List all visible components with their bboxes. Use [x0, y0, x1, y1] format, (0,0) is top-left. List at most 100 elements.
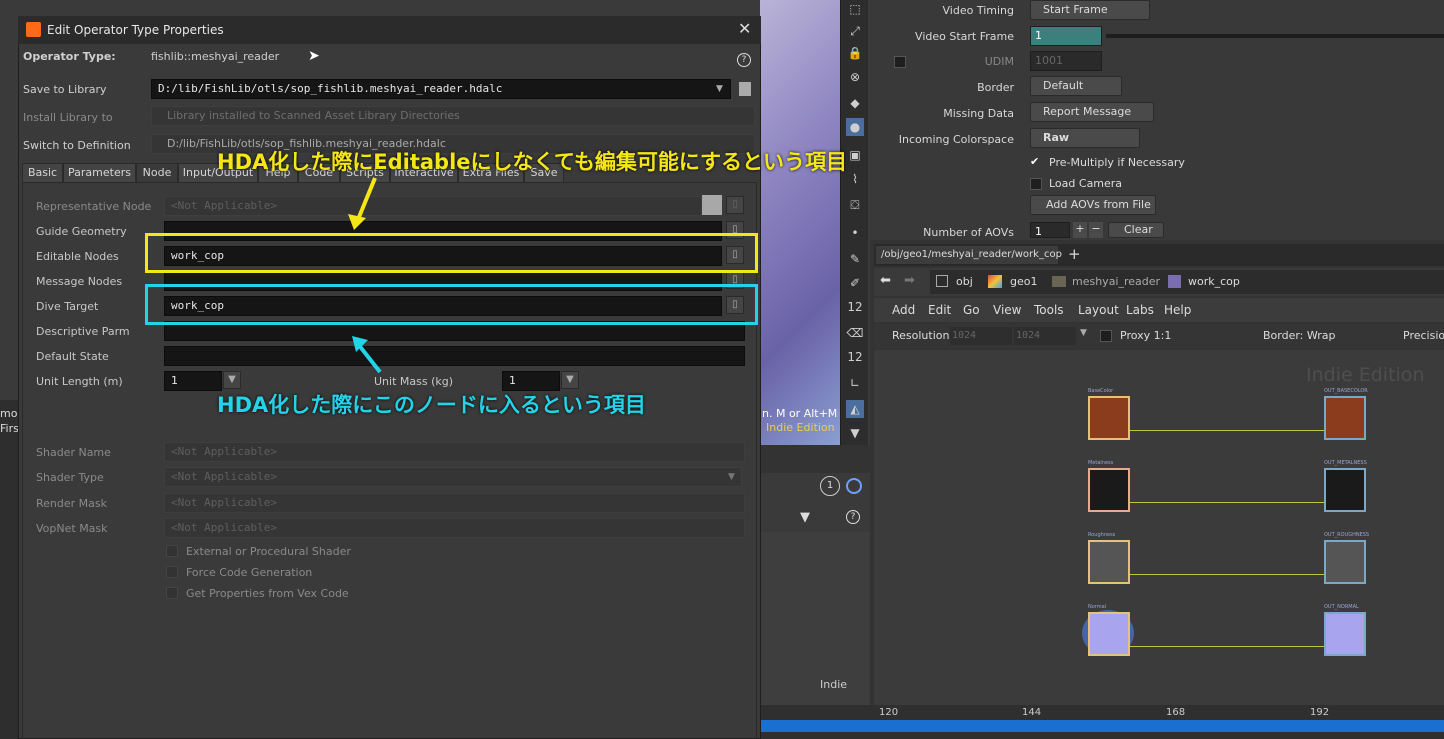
list-pane	[760, 532, 870, 705]
network-tab[interactable]: /obj/geo1/meshyai_reader/work_cop ×	[876, 246, 1062, 278]
light-icon[interactable]: ●	[846, 118, 864, 136]
tab-parameters[interactable]: Parameters	[63, 163, 136, 183]
shader-type-dropdown-icon: ▼	[728, 472, 735, 482]
editable-annotation-text: HDA化した際にEditableにしなくても編集可能にするという項目	[217, 150, 848, 174]
unit-length-field[interactable]: 1	[164, 371, 222, 391]
shape-icon[interactable]: ◆	[846, 94, 864, 112]
video-timing-menu[interactable]: Start Frame	[1030, 0, 1150, 20]
file-browse-icon[interactable]	[739, 82, 751, 96]
clear-aovs-button[interactable]: Clear	[1108, 222, 1164, 238]
pen-icon[interactable]: ✐	[846, 274, 864, 292]
out-label-roughness: OUT_ROUGHNESS	[1324, 532, 1370, 538]
menu-edit[interactable]: Edit	[928, 303, 951, 317]
proxy-checkbox[interactable]	[1100, 330, 1112, 342]
brush-icon[interactable]: ✎	[846, 250, 864, 268]
forward-arrow-icon[interactable]: ➡	[904, 273, 915, 288]
scroll-down-icon[interactable]: ▼	[846, 424, 864, 442]
file-node-roughness[interactable]	[1088, 540, 1130, 584]
breadcrumb-geo1[interactable]: geo1	[1010, 275, 1037, 288]
unit-length-dropdown-icon[interactable]: ▼	[223, 371, 241, 389]
representative-color-swatch[interactable]	[702, 195, 722, 215]
udim-field[interactable]: 1001	[1030, 51, 1102, 71]
resolution-label: Resolution	[892, 329, 950, 342]
back-arrow-icon[interactable]: ⬅	[880, 273, 891, 288]
3d-viewport[interactable]	[760, 0, 840, 445]
close-icon[interactable]: ✕	[738, 19, 751, 38]
output-node-metalness[interactable]	[1324, 468, 1366, 512]
help-icon-mid[interactable]: ?	[846, 510, 860, 524]
frame-badge[interactable]: 1	[820, 476, 840, 496]
menu-labs[interactable]: Labs	[1126, 303, 1154, 317]
target-icon[interactable]	[846, 478, 862, 494]
angle-icon[interactable]: ∟	[846, 374, 864, 392]
vopnet-mask-field: <Not Applicable>	[164, 518, 745, 538]
network-canvas[interactable]: Indie Edition BaseColor Metalness Roughn…	[874, 350, 1444, 705]
resolution-width-field[interactable]: 1024	[950, 327, 1012, 345]
menu-view[interactable]: View	[993, 303, 1021, 317]
tab-node[interactable]: Node	[136, 163, 178, 183]
menu-tools[interactable]: Tools	[1034, 303, 1064, 317]
load-camera-checkbox[interactable]	[1030, 178, 1042, 190]
menu-go[interactable]: Go	[963, 303, 980, 317]
missing-data-menu[interactable]: Report Message	[1030, 102, 1154, 122]
help-icon[interactable]: ?	[737, 53, 751, 67]
menu-help[interactable]: Help	[1164, 303, 1191, 317]
output-node-normal[interactable]	[1324, 612, 1366, 656]
save-library-dropdown-icon[interactable]: ▼	[716, 84, 723, 94]
timeline-range-bar[interactable]	[760, 720, 1444, 732]
add-tab-icon[interactable]: +	[1068, 245, 1081, 263]
incoming-colorspace-menu[interactable]: Raw	[1030, 128, 1140, 148]
premultiply-checkbox[interactable]: ✔	[1030, 156, 1042, 168]
default-state-field[interactable]	[164, 346, 745, 366]
grid-12-icon[interactable]: 12	[846, 348, 864, 366]
wire-metalness	[1130, 502, 1324, 503]
aov-minus-button[interactable]: −	[1089, 222, 1103, 238]
menu-layout[interactable]: Layout	[1078, 303, 1119, 317]
12-icon[interactable]: 12	[846, 298, 864, 316]
save-to-library-field[interactable]: D:/lib/FishLib/otls/sop_fishlib.meshyai_…	[151, 79, 731, 99]
select-icon[interactable]: ⬚	[846, 0, 864, 18]
out-label-normal: OUT_NORMAL	[1324, 604, 1359, 610]
camera-icon[interactable]: ▣	[846, 146, 864, 164]
video-start-frame-field[interactable]: 1	[1030, 26, 1102, 46]
breadcrumb-meshyai-reader[interactable]: meshyai_reader	[1072, 275, 1160, 288]
lock-icon[interactable]: 🔒	[846, 44, 864, 62]
representative-node-label: Representative Node	[36, 200, 152, 213]
unit-mass-dropdown-icon[interactable]: ▼	[561, 371, 579, 389]
transform-icon[interactable]: ⤢	[846, 22, 864, 40]
output-node-roughness[interactable]	[1324, 540, 1366, 584]
wire-icon[interactable]: ⌇	[846, 170, 864, 188]
cop-icon	[1168, 275, 1181, 288]
number-of-aovs-field[interactable]: 1	[1030, 222, 1070, 238]
dialog-title-bar[interactable]: Edit Operator Type Properties ✕	[18, 16, 761, 44]
render-icon[interactable]: ⛋	[846, 196, 864, 214]
unit-mass-field[interactable]: 1	[502, 371, 560, 391]
default-state-label: Default State	[36, 350, 109, 363]
border-label: Border	[977, 81, 1014, 94]
breadcrumb-obj[interactable]: obj	[956, 275, 973, 288]
network-tab-bar: /obj/geo1/meshyai_reader/work_cop × +	[874, 244, 1444, 278]
dot-icon[interactable]: •	[846, 224, 864, 242]
eraser-icon[interactable]: ⌫	[846, 324, 864, 342]
resolution-dropdown-icon[interactable]: ▼	[1080, 328, 1087, 338]
file-node-basecolor[interactable]	[1088, 396, 1130, 440]
resolution-height-field[interactable]: 1024	[1014, 327, 1076, 345]
file-node-metalness[interactable]	[1088, 468, 1130, 512]
breadcrumb-work-cop[interactable]: work_cop	[1188, 275, 1240, 288]
aov-plus-button[interactable]: +	[1073, 222, 1087, 238]
tab-basic[interactable]: Basic	[22, 163, 63, 183]
output-node-basecolor[interactable]	[1324, 396, 1366, 440]
filter-icon[interactable]: ▼	[800, 510, 810, 525]
out-label-metalness: OUT_METALNESS	[1324, 460, 1367, 466]
menu-add[interactable]: Add	[892, 303, 915, 317]
border-menu[interactable]: Default	[1030, 76, 1122, 96]
add-aovs-button[interactable]: Add AOVs from File	[1030, 195, 1156, 215]
udim-label: UDIM	[984, 55, 1014, 68]
file-node-normal[interactable]	[1088, 612, 1130, 656]
display-icon[interactable]: ◭	[846, 400, 864, 418]
snap-icon[interactable]: ⊗	[846, 68, 864, 86]
viewport-hint: n. M or Alt+M	[762, 407, 838, 420]
video-start-frame-slider[interactable]	[1106, 34, 1444, 38]
wire-basecolor	[1130, 430, 1324, 431]
breadcrumb: obj geo1 meshyai_reader work_cop	[930, 270, 1444, 294]
